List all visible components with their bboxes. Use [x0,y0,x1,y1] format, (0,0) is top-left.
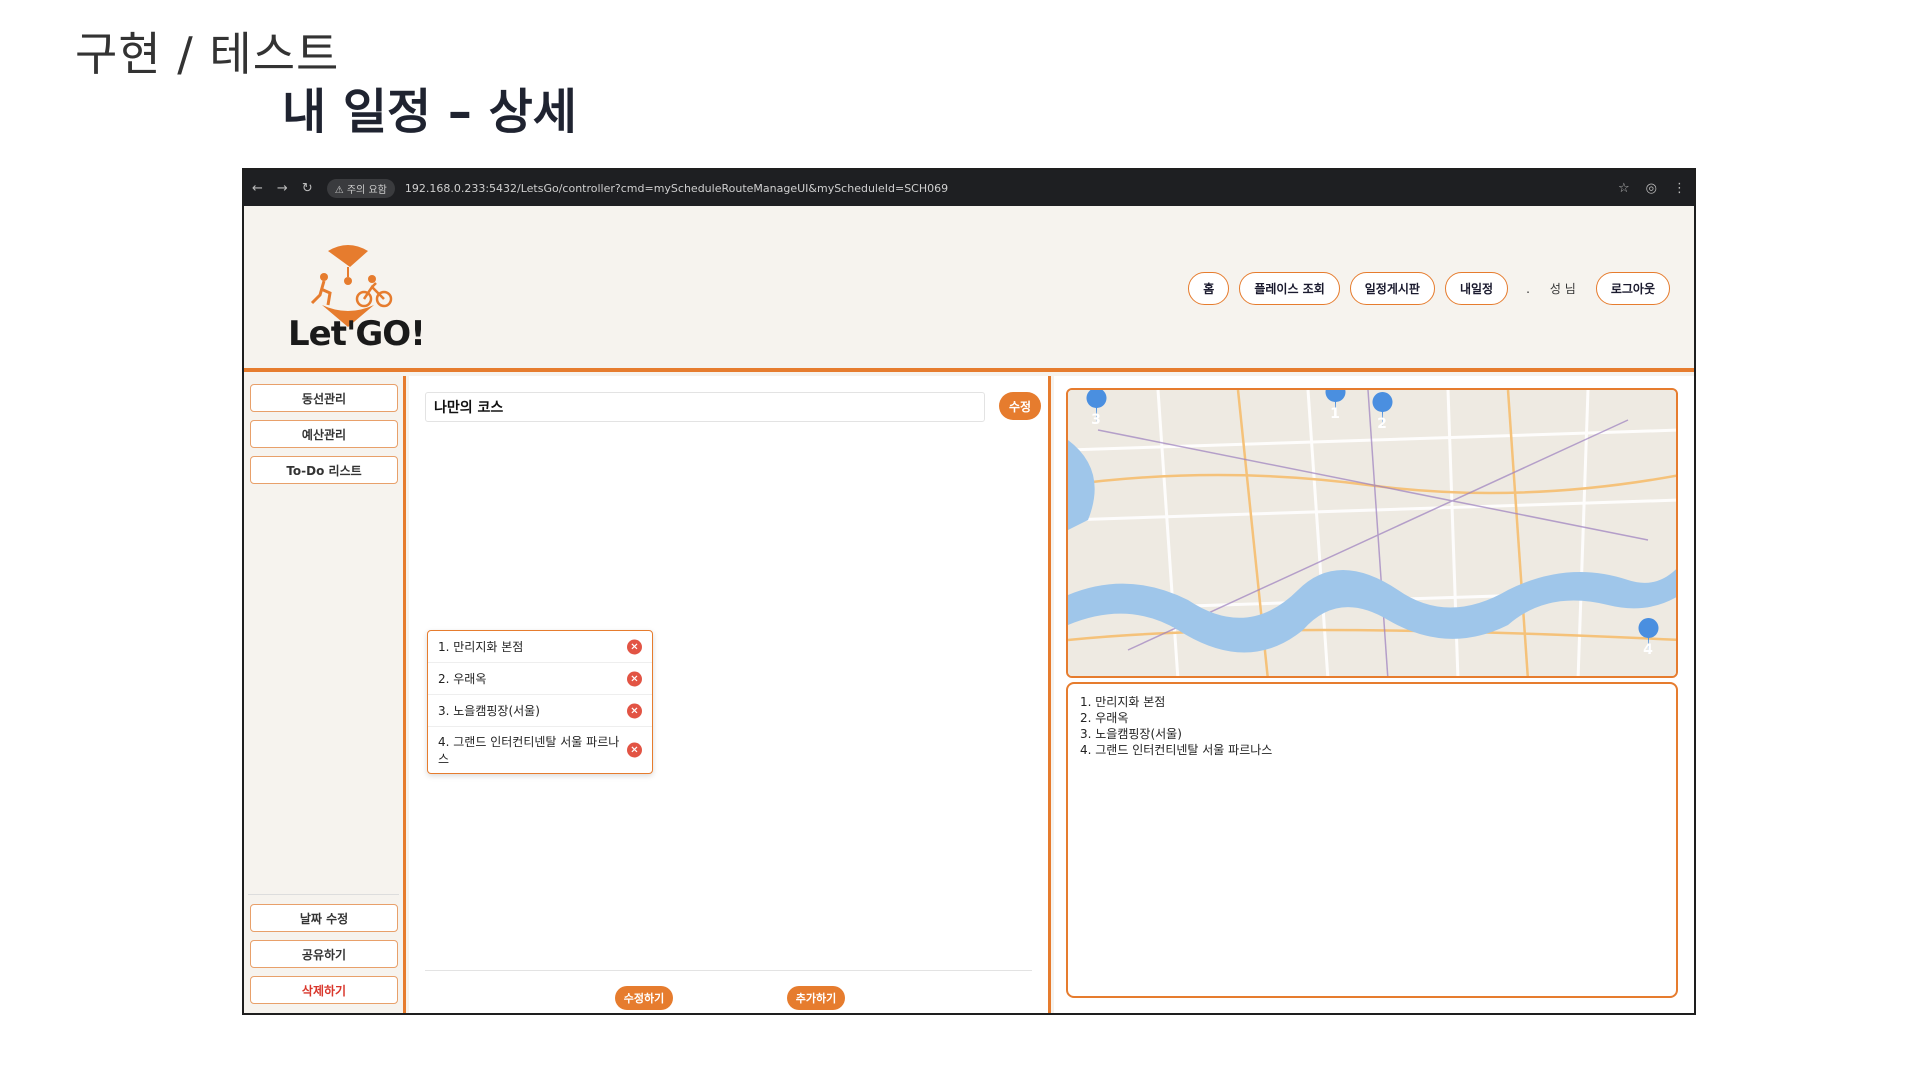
reload-icon[interactable]: ↻ [302,181,313,196]
url-text[interactable]: 192.168.0.233:5432/LetsGo/controller?cmd… [405,182,948,195]
course-title-input[interactable]: 나만의 코스 [425,392,985,422]
top-navigation: 홈 플레이스 조회 일정게시판 내일정 . 성 님 로그아웃 [1188,272,1670,305]
route-item-label: 1. 만리지화 본점 [438,640,524,654]
map-marker-label: 3 [1091,412,1101,428]
menu-kebab-icon[interactable]: ⋮ [1673,181,1686,196]
save-route-button[interactable]: 수정하기 [615,986,673,1010]
delete-schedule-button[interactable]: 삭제하기 [250,976,398,1004]
sidebar-item-route[interactable]: 동선관리 [250,384,398,412]
address-bar[interactable]: ⚠ 주의 요함 192.168.0.233:5432/LetsGo/contro… [326,178,1618,198]
panel-divider [425,970,1032,971]
nav-schedule-board-button[interactable]: 일정게시판 [1349,272,1435,305]
share-button[interactable]: 공유하기 [250,940,398,968]
back-arrow-icon[interactable]: ← [252,181,263,196]
edit-title-button[interactable]: 수정 [999,392,1041,420]
route-summary: 1. 만리지화 본점 2. 우래옥 3. 노을캠핑장(서울) 4. 그랜드 인터… [1066,682,1678,998]
route-item[interactable]: 1. 만리지화 본점 × [428,631,652,663]
forward-arrow-icon[interactable]: → [277,181,288,196]
sidebar: 동선관리 예산관리 To-Do 리스트 날짜 수정 공유하기 삭제하기 [244,376,406,1013]
route-item[interactable]: 3. 노을캠핑장(서울) × [428,695,652,727]
route-map[interactable]: 1 2 3 4 [1066,388,1678,678]
sidebar-item-budget[interactable]: 예산관리 [250,420,398,448]
route-item-label: 3. 노을캠핑장(서울) [438,704,540,718]
route-item-label: 2. 우래옥 [438,672,487,686]
route-item[interactable]: 4. 그랜드 인터컨티넨탈 서울 파르나스 × [428,727,652,773]
user-greeting: 성 님 [1549,282,1576,296]
remove-icon[interactable]: × [627,703,642,718]
sidebar-divider [248,894,399,895]
nav-separator: . [1526,281,1530,296]
remove-icon[interactable]: × [627,639,642,654]
summary-line: 3. 노을캠핑장(서울) [1080,727,1182,741]
profile-icon[interactable]: ◎ [1646,181,1657,196]
site-header: Let'GO! 홈 플레이스 조회 일정게시판 내일정 . 성 님 로그아웃 [244,206,1694,372]
map-canvas[interactable]: 1 2 3 4 [1068,390,1678,678]
edit-date-button[interactable]: 날짜 수정 [250,904,398,932]
map-marker-label: 2 [1377,416,1387,432]
browser-toolbar: ← → ↻ ⚠ 주의 요함 192.168.0.233:5432/LetsGo/… [244,170,1694,206]
summary-line: 1. 만리지화 본점 [1080,695,1166,709]
remove-icon[interactable]: × [627,742,642,758]
map-marker-label: 1 [1330,406,1340,422]
logo-text[interactable]: Let'GO! [288,314,426,354]
remove-icon[interactable]: × [627,671,642,686]
slide-subtitle: 내 일정 – 상세 [282,84,577,140]
sidebar-item-todo[interactable]: To-Do 리스트 [250,456,398,484]
nav-my-schedule-button[interactable]: 내일정 [1444,272,1509,305]
nav-place-search-button[interactable]: 플레이스 조회 [1239,272,1340,305]
map-marker-label: 4 [1643,642,1653,658]
map-panel: 1 2 3 4 1. 만리지화 본점 2. 우래옥 3. 노을캠핑장(서울) 4… [1054,376,1694,1013]
logout-button[interactable]: 로그아웃 [1595,272,1670,305]
route-list: 1. 만리지화 본점 × 2. 우래옥 × 3. 노을캠핑장(서울) × 4. … [427,630,653,774]
summary-line: 4. 그랜드 인터컨티넨탈 서울 파르나스 [1080,743,1273,757]
route-editor-panel: 나만의 코스 수정 1. 만리지화 본점 × 2. 우래옥 × 3. 노을캠핑장… [409,376,1051,1013]
security-warning-chip[interactable]: ⚠ 주의 요함 [326,178,395,198]
route-item[interactable]: 2. 우래옥 × [428,663,652,695]
nav-home-button[interactable]: 홈 [1188,272,1230,305]
page-content: 동선관리 예산관리 To-Do 리스트 날짜 수정 공유하기 삭제하기 나만의 … [244,376,1694,1013]
star-icon[interactable]: ☆ [1618,181,1630,196]
add-place-button[interactable]: 추가하기 [787,986,845,1010]
browser-window: ← → ↻ ⚠ 주의 요함 192.168.0.233:5432/LetsGo/… [242,168,1696,1015]
route-item-label: 4. 그랜드 인터컨티넨탈 서울 파르나스 [438,735,620,766]
summary-line: 2. 우래옥 [1080,711,1129,725]
